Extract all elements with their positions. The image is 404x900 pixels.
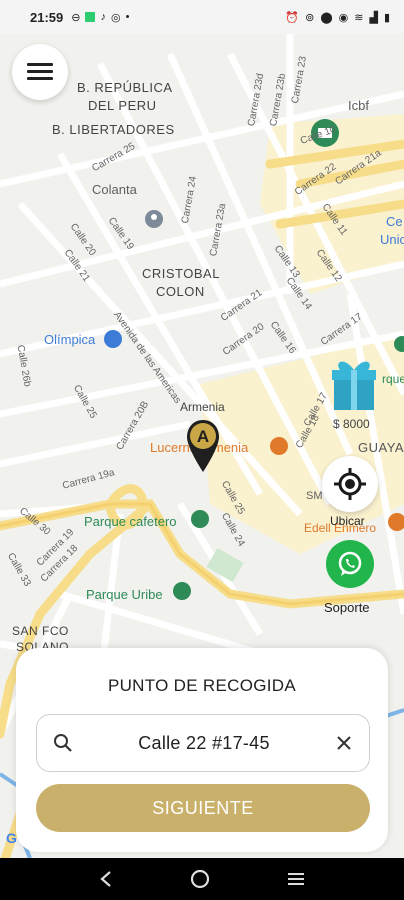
close-icon[interactable] [335, 734, 353, 752]
map-label: rque [382, 372, 404, 386]
hotspot-icon: ⊚ [305, 11, 315, 24]
app-square-icon [85, 12, 96, 22]
back-icon[interactable] [98, 870, 114, 888]
map-label: Olímpica [44, 332, 96, 347]
address-value[interactable]: Calle 22 #17-45 [73, 733, 335, 754]
map-label: Colanta [92, 182, 137, 197]
pickup-sheet: PUNTO DE RECOGIDA Calle 22 #17-45 SIGUIE… [16, 648, 388, 852]
map-label: CRISTOBAL [142, 266, 220, 281]
map-label: B. LIBERTADORES [52, 122, 175, 137]
gift-icon[interactable] [330, 354, 378, 414]
sheet-heading: PUNTO DE RECOGIDA [107, 676, 297, 695]
signal-icon: ▟ [369, 11, 378, 24]
vpn-icon: ⊖ [71, 11, 81, 24]
system-icons: ⏰ ⊚ ⬤ ◉ ≋ ▟ ▮ [285, 11, 390, 24]
menu-button[interactable] [12, 44, 68, 100]
whatsapp-icon [338, 551, 362, 576]
notification-icons: ⊖ ♪ ◎ • [71, 11, 129, 24]
status-time: 21:59 [30, 9, 64, 25]
instagram-icon: ◎ [110, 11, 121, 24]
support-button[interactable] [326, 540, 374, 588]
locate-label: Ubicar [330, 514, 365, 528]
tiktok-icon: ♪ [100, 11, 106, 23]
address-field[interactable]: Calle 22 #17-45 [36, 714, 370, 772]
map-label: Unic [380, 232, 404, 247]
recents-icon[interactable] [286, 871, 306, 887]
map-label: Parque Uribe [86, 587, 163, 602]
eye-icon: ◉ [338, 11, 349, 24]
support-label: Soporte [324, 600, 370, 615]
pin-area-label: Armenia [180, 400, 225, 414]
pickup-pin-icon[interactable]: A [184, 418, 222, 474]
map-label: Ce [386, 214, 403, 229]
dot-icon: • [125, 11, 130, 23]
locate-button[interactable] [322, 456, 378, 512]
crosshair-icon [334, 468, 366, 500]
map-label: Parque cafetero [84, 514, 177, 529]
battery-icon: ▮ [383, 11, 390, 24]
map-label: SAN FCO [12, 624, 69, 638]
hamburger-menu-icon [27, 63, 53, 81]
map-label: SM [306, 490, 323, 502]
next-button[interactable]: SIGUIENTE [36, 784, 370, 832]
search-icon [54, 734, 72, 752]
wifi-icon: ≋ [354, 11, 364, 24]
map-label: B. REPÚBLICA [77, 80, 173, 95]
location-icon: ⬤ [320, 11, 333, 24]
system-nav-bar [0, 858, 404, 900]
map-label: DEL PERU [88, 98, 157, 113]
pin-letter: A [197, 427, 209, 446]
alarm-icon: ⏰ [285, 11, 300, 24]
status-bar: 21:59 ⊖ ♪ ◎ • ⏰ ⊚ ⬤ ◉ ≋ ▟ ▮ [0, 0, 404, 34]
map-label: COLON [156, 284, 205, 299]
map-label: Icbf [348, 98, 369, 113]
promo-price: $ 8000 [333, 417, 370, 431]
home-icon[interactable] [189, 868, 211, 890]
map-label: GUAYAQ [358, 440, 404, 455]
